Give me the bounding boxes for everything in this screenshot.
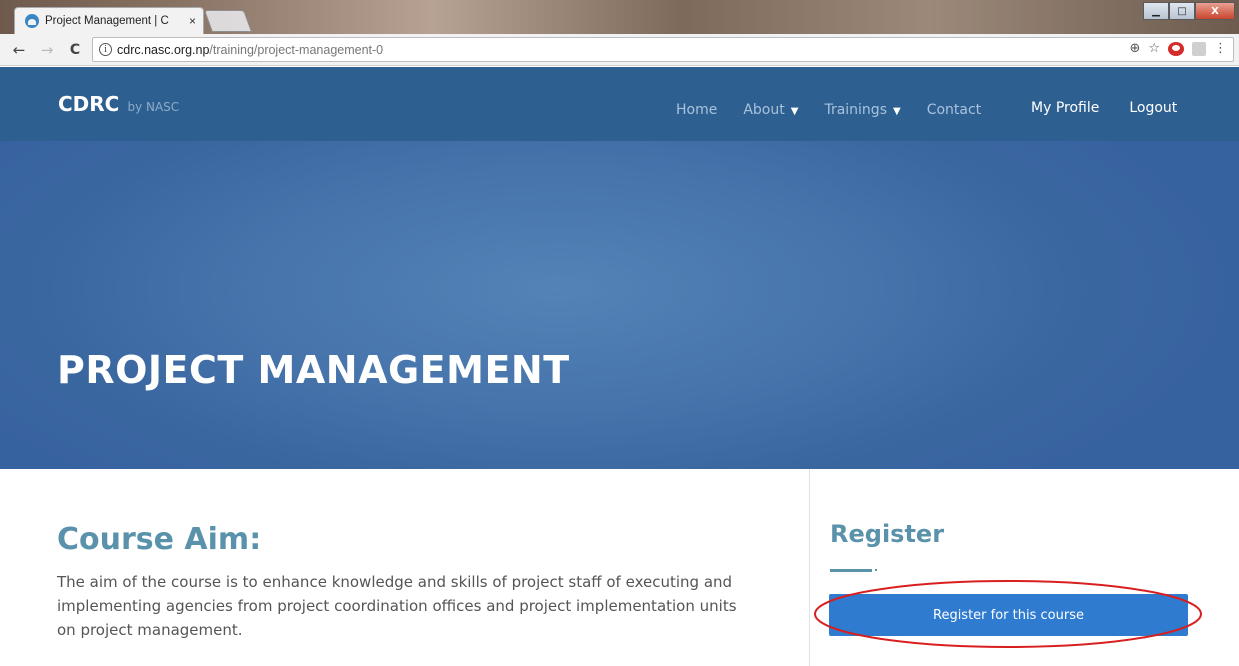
back-arrow-icon[interactable]: ← [8, 41, 30, 59]
logo-main-text: CDRC [58, 92, 120, 116]
nav-logout[interactable]: Logout [1129, 100, 1177, 116]
main-navigation: Home About ▼ Trainings ▼ Contact [676, 102, 981, 118]
site-header: CDRC by NASC Home About ▼ Trainings ▼ Cont… [0, 67, 1239, 141]
extension-red-icon[interactable] [1168, 41, 1184, 56]
tab-title: Project Management | C [45, 15, 169, 27]
page-title: PROJECT MANAGEMENT [57, 348, 570, 392]
course-aim-heading: Course Aim: [57, 522, 262, 557]
nav-trainings[interactable]: Trainings ▼ [824, 102, 900, 118]
bookmark-star-icon[interactable]: ☆ [1148, 41, 1160, 56]
nav-trainings-label: Trainings [824, 102, 887, 118]
url-domain: cdrc.nasc.org.np [117, 42, 210, 57]
user-navigation: My Profile Logout [1031, 100, 1177, 116]
register-course-button[interactable]: Register for this course [829, 594, 1188, 636]
hero-banner: PROJECT MANAGEMENT [0, 141, 1239, 469]
nav-contact[interactable]: Contact [927, 102, 981, 118]
nav-home[interactable]: Home [676, 102, 717, 118]
url-text: cdrc.nasc.org.np/training/project-manage… [117, 43, 383, 57]
register-underline-dot [875, 569, 877, 571]
logo-sub-text: by NASC [127, 100, 180, 114]
browser-titlebar: Project Management | C × ▁ □ X [0, 0, 1239, 34]
site-logo[interactable]: CDRC by NASC [58, 92, 179, 116]
window-controls: ▁ □ X [1143, 2, 1235, 20]
browser-toolbar: ← → C i cdrc.nasc.org.np/training/projec… [0, 34, 1239, 66]
drupal-favicon-icon [25, 14, 39, 28]
caret-down-icon: ▼ [893, 106, 901, 117]
minimize-button[interactable]: ▁ [1143, 2, 1169, 20]
register-underline [830, 569, 872, 572]
course-aim-text: The aim of the course is to enhance know… [57, 573, 737, 639]
maximize-button[interactable]: □ [1169, 2, 1195, 20]
caret-down-icon: ▼ [790, 106, 799, 117]
site-info-icon[interactable]: i [99, 43, 112, 56]
browser-tab[interactable]: Project Management | C × [14, 7, 204, 34]
new-tab-button[interactable] [203, 10, 253, 32]
register-heading: Register [830, 520, 945, 548]
browser-menu-icon[interactable]: ⋮ [1214, 41, 1227, 56]
zoom-icon[interactable]: ⊕ [1129, 41, 1140, 56]
extension-gray-icon[interactable] [1192, 41, 1206, 56]
url-path: /training/project-management-0 [209, 42, 384, 57]
nav-about-label: About [743, 102, 785, 118]
forward-arrow-icon[interactable]: → [36, 41, 58, 59]
close-window-button[interactable]: X [1195, 2, 1235, 20]
reload-icon[interactable]: C [64, 42, 86, 58]
nav-my-profile[interactable]: My Profile [1031, 100, 1099, 116]
address-bar[interactable]: i cdrc.nasc.org.np/training/project-mana… [92, 37, 1234, 62]
nav-about[interactable]: About ▼ [743, 102, 798, 118]
content-divider [809, 469, 810, 666]
tab-close-icon[interactable]: × [189, 14, 196, 28]
